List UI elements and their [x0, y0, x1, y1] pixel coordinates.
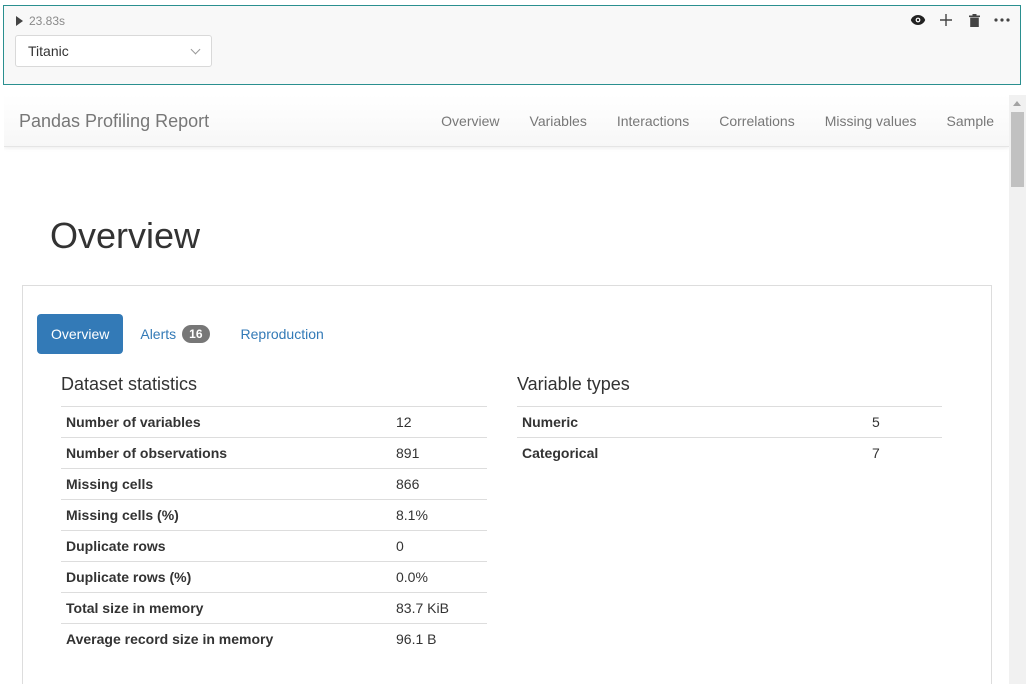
scroll-up-icon[interactable] — [1013, 101, 1021, 106]
add-icon[interactable] — [938, 12, 954, 28]
nav-missing-values[interactable]: Missing values — [810, 95, 932, 147]
stat-value: 0.0% — [391, 561, 487, 593]
dataset-statistics-table: Number of variables 12 Number of observat… — [61, 406, 487, 655]
nav-sample[interactable]: Sample — [932, 95, 1009, 147]
stat-label: Missing cells — [61, 468, 391, 500]
execution-time: 23.83s — [29, 14, 66, 28]
stat-value: 891 — [391, 437, 487, 469]
profiling-report: Pandas Profiling Report Overview Variabl… — [4, 95, 1009, 684]
table-row: Missing cells 866 — [61, 468, 487, 500]
dataset-statistics-title: Dataset statistics — [61, 374, 198, 394]
stat-value: 96.1 B — [391, 623, 487, 655]
tab-alerts-label: Alerts — [140, 326, 177, 342]
tab-alerts[interactable]: Alerts 16 — [126, 314, 223, 354]
report-brand[interactable]: Pandas Profiling Report — [19, 111, 209, 132]
stat-label: Number of observations — [61, 437, 391, 469]
stat-label: Average record size in memory — [61, 623, 391, 655]
type-label: Numeric — [517, 406, 867, 438]
table-row: Duplicate rows 0 — [61, 530, 487, 562]
report-navbar: Pandas Profiling Report Overview Variabl… — [4, 95, 1009, 147]
tab-reproduction[interactable]: Reproduction — [227, 314, 338, 354]
stat-label: Duplicate rows (%) — [61, 561, 391, 593]
variable-types-table: Numeric 5 Categorical 7 — [517, 406, 942, 469]
cell-toolbar — [910, 12, 1010, 28]
tab-overview[interactable]: Overview — [37, 314, 124, 354]
nav-interactions[interactable]: Interactions — [602, 95, 704, 147]
dataset-select-value: Titanic — [28, 43, 69, 59]
type-value: 5 — [867, 406, 942, 438]
notebook-cell: 23.83s Titanic — [3, 5, 1021, 85]
table-row: Number of variables 12 — [61, 406, 487, 438]
stat-value: 0 — [391, 530, 487, 562]
report-scrollbar[interactable] — [1009, 95, 1026, 684]
scrollbar-thumb[interactable] — [1011, 112, 1024, 187]
table-row: Number of observations 891 — [61, 437, 487, 469]
stat-value: 83.7 KiB — [391, 592, 487, 624]
alerts-count-badge: 16 — [182, 325, 210, 343]
stat-value: 12 — [391, 406, 487, 438]
table-row: Missing cells (%) 8.1% — [61, 499, 487, 531]
table-row: Numeric 5 — [517, 406, 942, 438]
stat-label: Number of variables — [61, 406, 391, 438]
variable-types: Variable types Numeric 5 Categorical 7 — [517, 374, 942, 469]
stat-value: 8.1% — [391, 499, 487, 531]
stat-label: Total size in memory — [61, 592, 391, 624]
overview-panel: Overview Alerts 16 Reproduction Dataset … — [22, 285, 992, 684]
execution-info[interactable]: 23.83s — [16, 14, 65, 28]
dataset-select[interactable]: Titanic — [15, 35, 212, 67]
stat-label: Duplicate rows — [61, 530, 391, 562]
nav-variables[interactable]: Variables — [515, 95, 602, 147]
chevron-down-icon — [190, 44, 201, 54]
report-nav: Overview Variables Interactions Correlat… — [426, 95, 1009, 147]
dataset-statistics: Dataset statistics Number of variables 12… — [61, 374, 487, 655]
type-value: 7 — [867, 437, 942, 469]
nav-correlations[interactable]: Correlations — [704, 95, 809, 147]
overview-tabs: Overview Alerts 16 Reproduction — [37, 314, 341, 354]
type-label: Categorical — [517, 437, 867, 469]
nav-overview[interactable]: Overview — [426, 95, 514, 147]
delete-icon[interactable] — [966, 12, 982, 28]
eye-icon[interactable] — [910, 12, 926, 28]
stat-label: Missing cells (%) — [61, 499, 391, 531]
table-row: Total size in memory 83.7 KiB — [61, 592, 487, 624]
more-icon[interactable] — [994, 12, 1010, 28]
variable-types-title: Variable types — [517, 374, 630, 394]
table-row: Categorical 7 — [517, 437, 942, 469]
table-row: Average record size in memory 96.1 B — [61, 623, 487, 655]
table-row: Duplicate rows (%) 0.0% — [61, 561, 487, 593]
expand-output-icon[interactable] — [16, 16, 23, 26]
section-heading: Overview — [50, 215, 201, 256]
stat-value: 866 — [391, 468, 487, 500]
